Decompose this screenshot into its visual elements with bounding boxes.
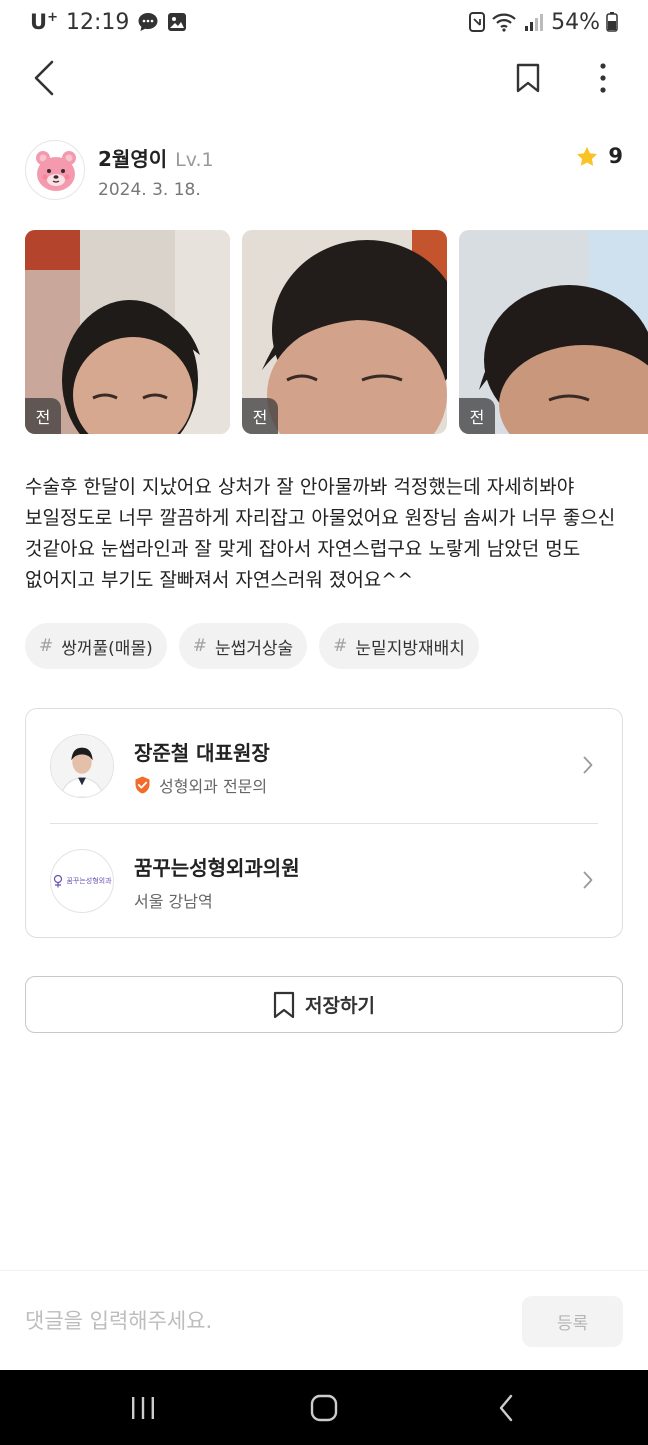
rating: 9 [576, 144, 623, 168]
more-options-button[interactable] [588, 60, 618, 96]
author-name[interactable]: 2월영이 [98, 147, 167, 171]
wifi-icon [491, 12, 517, 32]
recent-apps-icon [132, 1397, 154, 1419]
message-icon [137, 11, 159, 33]
clinic-logo-icon [54, 874, 63, 888]
doctor-row[interactable]: 장준철 대표원장 성형외과 전문의 [26, 709, 624, 823]
tag-chip[interactable]: # 눈썹거상술 [178, 623, 308, 669]
author-row: 2월영이 Lv.1 2024. 3. 18. 9 [25, 138, 623, 204]
more-vertical-icon [600, 63, 606, 93]
tag-label: 눈밑지방재배치 [355, 638, 465, 659]
recent-apps-button[interactable] [123, 1390, 163, 1426]
tag-label: 쌍꺼풀(매몰) [61, 638, 153, 659]
nfc-icon [469, 12, 486, 32]
photo-strip[interactable]: 전 전 전 [25, 230, 648, 435]
comment-bar: 등록 [0, 1270, 648, 1370]
hash-icon: # [333, 636, 348, 656]
doctor-photo [51, 735, 113, 797]
clinic-logo: 꿈꾸는성형외과 [50, 849, 114, 913]
verified-badge-icon [135, 776, 150, 794]
system-navigation-bar [0, 1370, 648, 1445]
bear-avatar-icon [36, 151, 76, 191]
save-button[interactable]: 저장하기 [25, 976, 623, 1033]
rating-value: 9 [608, 144, 623, 168]
photo-2[interactable]: 전 [242, 230, 447, 434]
avatar[interactable] [25, 140, 85, 200]
photo-badge: 전 [459, 398, 495, 434]
home-icon [310, 1394, 338, 1422]
photo-3[interactable]: 전 [459, 230, 648, 434]
photo-1[interactable]: 전 [25, 230, 230, 434]
chevron-right-icon [580, 753, 596, 777]
hash-icon: # [192, 636, 207, 656]
post-date: 2024. 3. 18. [98, 180, 201, 200]
save-button-label: 저장하기 [305, 996, 375, 1017]
clinic-row[interactable]: 꿈꾸는성형외과 꿈꾸는성형외과의원 서울 강남역 [26, 824, 624, 938]
photo-badge: 전 [242, 398, 278, 434]
clinic-logo-text: 꿈꾸는성형외과 [66, 877, 112, 885]
clinic-location: 서울 강남역 [134, 892, 213, 911]
bookmark-icon [273, 991, 295, 1018]
clinic-name: 꿈꾸는성형외과의원 [134, 856, 300, 880]
review-text: 수술후 한달이 지났어요 상처가 잘 안아물까봐 걱정했는데 자세히봐야 보일정… [25, 476, 616, 591]
home-button[interactable] [304, 1390, 344, 1426]
tag-chip[interactable]: # 쌍꺼풀(매몰) [25, 623, 167, 669]
tag-chip[interactable]: # 눈밑지방재배치 [319, 623, 479, 669]
doctor-specialty: 성형외과 전문의 [159, 777, 268, 796]
system-back-button[interactable] [486, 1390, 526, 1426]
status-time: 12:19 [65, 9, 130, 35]
submit-comment-button[interactable]: 등록 [522, 1296, 623, 1347]
carrier-label: U+ [30, 10, 58, 34]
signal-icon [523, 12, 545, 32]
top-navigation [0, 48, 648, 108]
status-bar: U+ 12:19 54% [0, 0, 648, 44]
doctor-clinic-card: 장준철 대표원장 성형외과 전문의 꿈꾸는성형외과 꿈꾸는성형외과의원 서울 강… [25, 708, 623, 938]
doctor-specialty-line: 성형외과 전문의 [134, 773, 267, 797]
chevron-right-icon [580, 868, 596, 892]
back-button[interactable] [26, 58, 62, 98]
back-arrow-icon [499, 1394, 513, 1422]
photo-badge: 전 [25, 398, 61, 434]
doctor-avatar [50, 734, 114, 798]
hash-icon: # [39, 636, 54, 656]
doctor-name: 장준철 대표원장 [134, 741, 270, 765]
author-level: Lv.1 [175, 149, 214, 171]
author-name-line: 2월영이 Lv.1 [98, 143, 214, 172]
battery-icon [606, 12, 618, 32]
bookmark-button[interactable] [510, 60, 546, 96]
gallery-icon [167, 12, 187, 32]
chevron-left-icon [34, 60, 54, 96]
comment-input[interactable] [25, 1299, 505, 1343]
bookmark-icon [516, 63, 540, 93]
tag-list: # 쌍꺼풀(매몰) # 눈썹거상술 # 눈밑지방재배치 [25, 623, 479, 669]
tag-label: 눈썹거상술 [214, 638, 294, 659]
star-icon [577, 146, 598, 166]
battery-percent: 54% [551, 9, 600, 35]
